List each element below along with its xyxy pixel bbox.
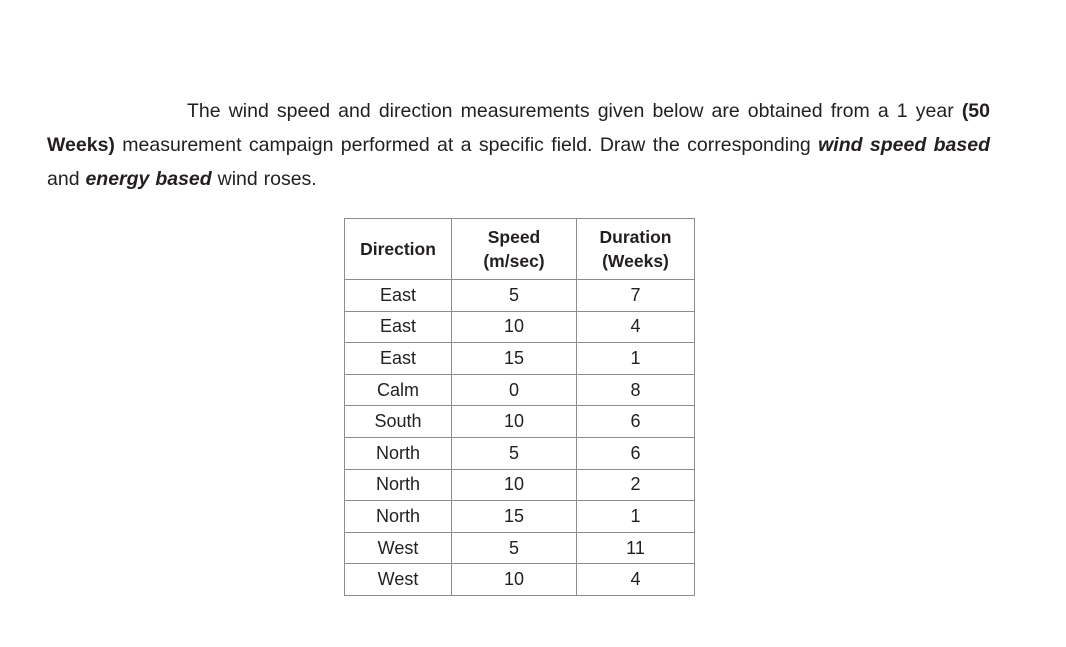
question-text-part-1: The wind speed and direction measurement… xyxy=(187,100,962,122)
cell-duration: 4 xyxy=(576,310,695,344)
cell-direction: North xyxy=(344,436,452,470)
cell-direction: Calm xyxy=(344,373,452,407)
cell-direction: East xyxy=(344,279,452,312)
cell-direction: North xyxy=(344,468,452,502)
cell-speed: 5 xyxy=(451,531,577,565)
table-row: West 5 11 xyxy=(344,531,695,565)
table-row: South 10 6 xyxy=(344,405,695,438)
cell-speed: 10 xyxy=(451,405,577,438)
table-row: East 15 1 xyxy=(344,342,695,375)
cell-direction: North xyxy=(344,500,452,533)
cell-speed: 5 xyxy=(451,436,577,470)
question-block: The wind speed and direction measurement… xyxy=(47,94,990,196)
table-row: West 10 4 xyxy=(344,563,695,596)
question-text-part-3: and xyxy=(47,168,86,190)
cell-duration: 8 xyxy=(576,373,695,407)
table-row: Calm 0 8 xyxy=(344,373,695,407)
column-header-speed-line1: Speed xyxy=(487,227,541,247)
cell-speed: 0 xyxy=(451,373,577,407)
column-header-speed-line2: (m/sec) xyxy=(483,251,545,271)
table-header: Direction Speed (m/sec) Duration (Weeks) xyxy=(344,218,695,280)
table-row: East 10 4 xyxy=(344,310,695,344)
question-paragraph: The wind speed and direction measurement… xyxy=(47,94,990,196)
cell-duration: 6 xyxy=(576,436,695,470)
question-text-part-4: wind roses. xyxy=(211,168,317,190)
column-header-speed: Speed (m/sec) xyxy=(451,218,577,280)
question-emphasis-energy-based: energy based xyxy=(85,168,212,190)
cell-direction: West xyxy=(344,531,452,565)
column-header-duration-line2: (Weeks) xyxy=(602,251,669,271)
wind-data-table-container: Direction Speed (m/sec) Duration (Weeks)… xyxy=(344,218,695,596)
table-row: North 10 2 xyxy=(344,468,695,502)
wind-data-table: Direction Speed (m/sec) Duration (Weeks)… xyxy=(344,218,695,596)
cell-duration: 2 xyxy=(576,468,695,502)
cell-direction: West xyxy=(344,563,452,596)
table-body: East 5 7 East 10 4 East 15 1 Calm 0 8 So… xyxy=(344,279,695,596)
cell-duration: 4 xyxy=(576,563,695,596)
cell-direction: East xyxy=(344,310,452,344)
table-row: North 15 1 xyxy=(344,500,695,533)
cell-duration: 11 xyxy=(576,531,695,565)
cell-direction: South xyxy=(344,405,452,438)
cell-duration: 1 xyxy=(576,342,695,375)
column-header-duration: Duration (Weeks) xyxy=(576,218,695,280)
table-row: North 5 6 xyxy=(344,436,695,470)
table-row: East 5 7 xyxy=(344,279,695,312)
cell-duration: 6 xyxy=(576,405,695,438)
cell-speed: 10 xyxy=(451,563,577,596)
cell-speed: 15 xyxy=(451,342,577,375)
question-text-part-2: measurement campaign performed at a spec… xyxy=(114,134,819,156)
question-emphasis-wind-speed-based: wind speed based xyxy=(818,134,990,156)
column-header-direction-line1: Direction xyxy=(360,239,436,259)
cell-speed: 15 xyxy=(451,500,577,533)
cell-direction: East xyxy=(344,342,452,375)
column-header-direction: Direction xyxy=(344,218,452,280)
cell-speed: 10 xyxy=(451,310,577,344)
cell-duration: 1 xyxy=(576,500,695,533)
cell-speed: 10 xyxy=(451,468,577,502)
cell-speed: 5 xyxy=(451,279,577,312)
column-header-duration-line1: Duration xyxy=(599,227,672,247)
cell-duration: 7 xyxy=(576,279,695,312)
table-header-row: Direction Speed (m/sec) Duration (Weeks) xyxy=(344,218,695,280)
